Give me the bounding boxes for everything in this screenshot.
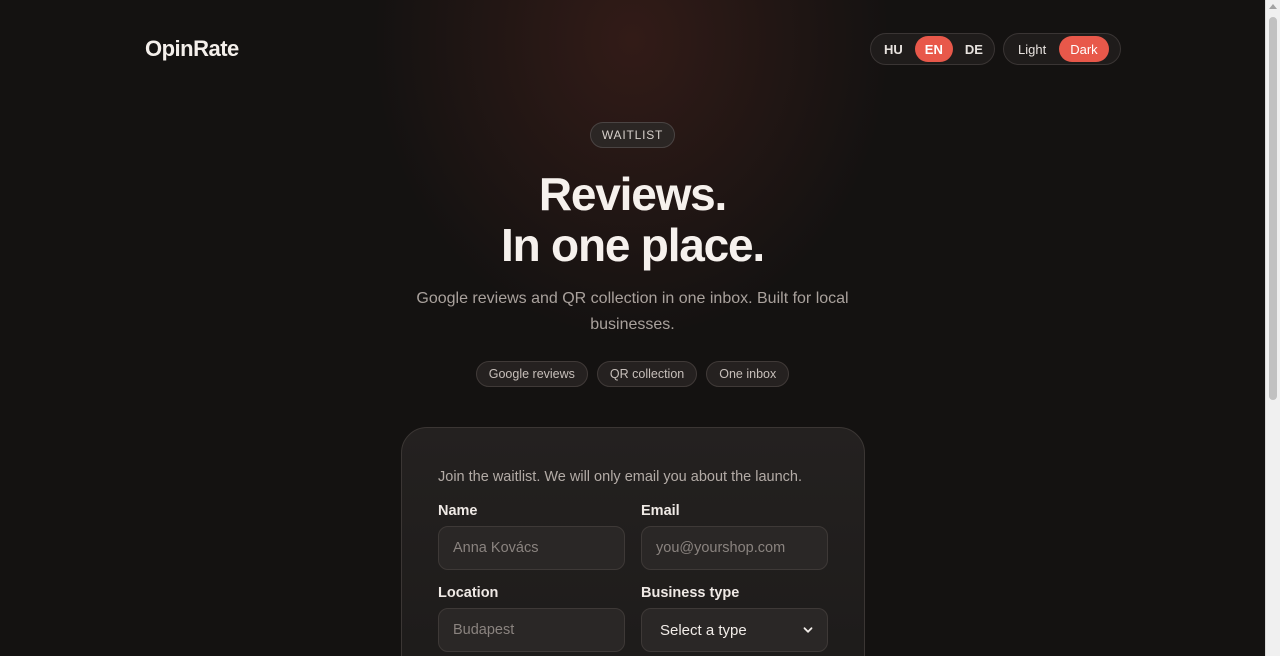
hero-title-line-1: Reviews. bbox=[538, 168, 727, 220]
theme-switcher: Light Dark bbox=[1003, 33, 1121, 65]
chip-one-inbox: One inbox bbox=[706, 361, 790, 387]
form-intro: Join the waitlist. We will only email yo… bbox=[438, 469, 803, 485]
theme-light-button[interactable]: Light bbox=[1007, 36, 1057, 62]
lang-en-button[interactable]: EN bbox=[914, 36, 953, 62]
waitlist-form-card: Join the waitlist. We will only email yo… bbox=[401, 427, 865, 656]
email-input[interactable] bbox=[641, 526, 828, 570]
logo[interactable]: OpinRate bbox=[145, 36, 239, 62]
feature-chips: Google reviews QR collection One inbox bbox=[0, 361, 1265, 387]
hero-subtitle: Google reviews and QR collection in one … bbox=[416, 290, 849, 333]
business-type-value: Select a type bbox=[660, 621, 747, 639]
chip-qr-collection: QR collection bbox=[596, 361, 698, 387]
location-label: Location bbox=[438, 585, 499, 601]
hero-title-line-2: In one place. bbox=[500, 219, 765, 271]
email-label: Email bbox=[641, 503, 680, 519]
business-type-select[interactable]: Select a type bbox=[641, 608, 828, 652]
waitlist-badge: WAITLIST bbox=[590, 122, 675, 148]
business-type-label: Business type bbox=[641, 585, 740, 601]
page-scrollbar[interactable] bbox=[1265, 0, 1280, 656]
name-label: Name bbox=[438, 503, 478, 519]
scrollbar-thumb[interactable] bbox=[1269, 17, 1277, 400]
chip-google-reviews: Google reviews bbox=[475, 361, 588, 387]
lang-hu-button[interactable]: HU bbox=[874, 36, 913, 62]
location-input[interactable] bbox=[438, 608, 625, 652]
language-switcher: HU EN DE bbox=[870, 33, 995, 65]
scroll-up-arrow-icon[interactable] bbox=[1269, 4, 1277, 9]
name-input[interactable] bbox=[438, 526, 625, 570]
page: OpinRate HU EN DE Light Dark WAITLIST Re… bbox=[0, 0, 1265, 656]
theme-dark-button[interactable]: Dark bbox=[1059, 36, 1109, 62]
lang-de-button[interactable]: DE bbox=[955, 36, 993, 62]
chevron-down-icon bbox=[803, 627, 813, 633]
